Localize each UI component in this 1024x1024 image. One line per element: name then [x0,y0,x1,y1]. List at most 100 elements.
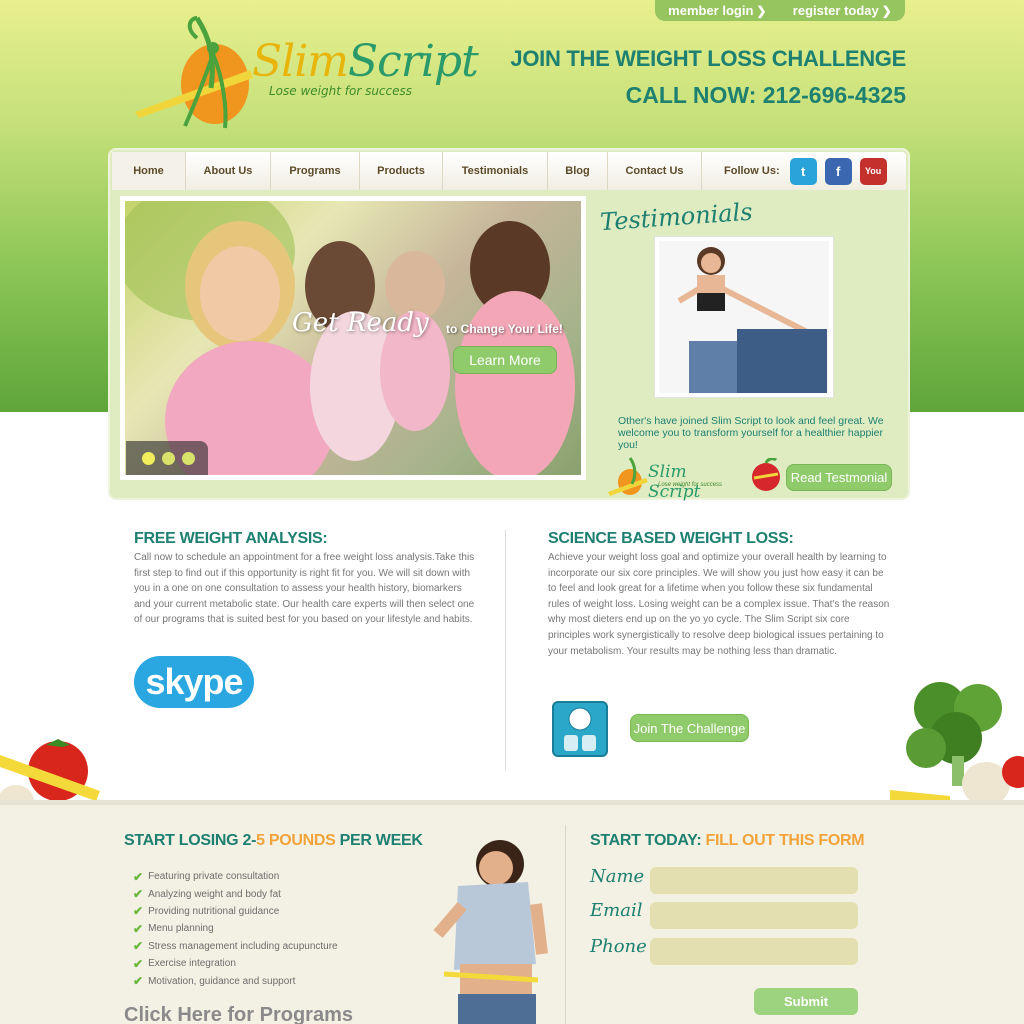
click-here-programs-link[interactable]: Click Here for Programs [124,1004,353,1024]
facebook-icon[interactable]: f [824,157,852,185]
checkmark-icon: ✔ [133,887,144,902]
column-divider [505,530,506,770]
program-features-list: ✔ Featuring private consultation ✔ Analyzi… [133,868,338,990]
list-item-label: Stress management including acupuncture [148,940,338,952]
slider-pagination [126,441,208,475]
twitter-icon[interactable]: t [789,157,817,185]
chevron-right-icon: ❯ [881,4,892,18]
testimonial-photo [654,236,834,398]
phone-field[interactable] [650,938,858,965]
nav-item-blog[interactable]: Blog [548,152,608,190]
losing-title-highlight: 5 POUNDS [256,832,336,849]
read-testimonial-label: Read Testmonial [790,470,888,485]
checkmark-icon: ✔ [133,869,144,884]
chevron-right-icon: ❯ [756,4,767,18]
losing-title: START LOSING 2-5 POUNDS PER WEEK [124,832,423,850]
join-challenge-button[interactable]: Join The Challenge [630,714,749,742]
nav-item-testimonials[interactable]: Testimonials [443,152,548,190]
slide-headline: Get Ready [292,308,429,338]
free-analysis-text: Call now to schedule an appointment for … [134,552,475,626]
main-nav: Home About Us Programs Products Testimon… [112,152,906,190]
logo-name-part1: Slim [252,36,349,87]
nav-label: Programs [289,165,341,177]
slider-dot[interactable] [182,451,195,465]
register-today-link[interactable]: register today ❯ [793,3,892,18]
list-item: ✔ Motivation, guidance and support [133,972,338,989]
list-item: ✔ Providing nutritional guidance [133,903,338,920]
email-field[interactable] [650,902,858,929]
bottom-divider [565,825,566,1024]
follow-us-label: Follow Us: [724,165,780,177]
losing-title-part1: START LOSING 2- [124,832,257,849]
phone-label: Phone [590,936,647,957]
nav-label: About Us [203,165,253,177]
name-field[interactable] [650,867,858,894]
apple-icon [750,457,782,492]
list-item-label: Featuring private consultation [148,871,280,883]
checkmark-icon: ✔ [133,956,144,971]
list-item-label: Menu planning [148,923,214,935]
youtube-icon[interactable]: You [859,157,887,185]
learn-more-button[interactable]: Learn More [453,346,557,374]
form-title-highlight: FILL OUT THIS FORM [701,832,865,849]
mini-logo-tagline: Lose weight for success [658,482,723,488]
science-title: SCIENCE BASED WEIGHT LOSS: [548,530,794,547]
list-item: ✔ Exercise integration [133,955,338,972]
list-item: ✔ Menu planning [133,920,338,937]
submit-button[interactable]: Submit [754,988,858,1015]
member-login-link[interactable]: member login ❯ [668,3,766,18]
nav-item-programs[interactable]: Programs [271,152,360,190]
form-title: START TODAY: FILL OUT THIS FORM [590,832,865,850]
email-label: Email [590,900,643,921]
read-testimonial-button[interactable]: Read Testmonial [786,464,892,491]
nav-label: Products [377,165,425,177]
learn-more-label: Learn More [469,352,541,368]
skype-logo-button[interactable]: skype [134,656,254,708]
weight-scale-icon [552,701,608,757]
list-item: ✔ Stress management including acupuncture [133,938,338,955]
join-challenge-label: Join The Challenge [633,720,746,736]
hero-slide-image [125,201,581,475]
nav-label: Testimonials [461,165,529,177]
logo[interactable]: SlimScript Lose weight for success [135,8,480,133]
testimonial-text: Other's have joined Slim Script to look … [618,415,884,451]
checkmark-icon: ✔ [133,939,144,954]
free-analysis-title: FREE WEIGHT ANALYSIS: [134,530,328,547]
woman-measuring-image [418,824,548,1024]
checkmark-icon: ✔ [133,904,144,919]
nav-label: Home [133,165,164,177]
nav-label: Blog [565,165,590,177]
nav-item-products[interactable]: Products [360,152,443,190]
testimonial-person-image [659,241,829,393]
list-item-label: Analyzing weight and body fat [148,888,281,900]
slide-subheadline: to Change Your Life! [446,322,563,336]
list-item-label: Providing nutritional guidance [148,905,280,917]
account-bar: member login ❯ register today ❯ [655,0,905,21]
list-item: ✔ Featuring private consultation [133,868,338,885]
slider-dot[interactable] [142,451,155,465]
nav-label: Contact Us [625,165,684,177]
nav-item-about-us[interactable]: About Us [186,152,271,190]
checkmark-icon: ✔ [133,974,144,989]
list-item-label: Motivation, guidance and support [148,975,296,987]
skype-label: skype [145,661,243,702]
challenge-heading: JOIN THE WEIGHT LOSS CHALLENGE [510,46,906,71]
call-now-phone[interactable]: CALL NOW: 212-696-4325 [626,82,906,109]
checkmark-icon: ✔ [133,921,144,936]
list-item: ✔ Analyzing weight and body fat [133,885,338,902]
logo-name-part2: Script [348,36,479,87]
science-text: Achieve your weight loss goal and optimi… [548,552,890,657]
mini-logo: Slim Script Lose weight for success [608,454,738,502]
losing-title-part3: PER WEEK [335,832,423,849]
nav-item-home[interactable]: Home [112,152,186,190]
logo-tagline: Lose weight for success [269,84,413,98]
register-today-label: register today [792,3,879,18]
member-login-label: member login [668,3,754,18]
list-item-label: Exercise integration [148,958,236,970]
name-label: Name [590,866,645,887]
slider-dot[interactable] [162,451,175,465]
hero-slider [120,196,586,480]
submit-label: Submit [783,994,829,1009]
nav-item-contact-us[interactable]: Contact Us [608,152,702,190]
form-title-part1: START TODAY: [590,832,702,849]
